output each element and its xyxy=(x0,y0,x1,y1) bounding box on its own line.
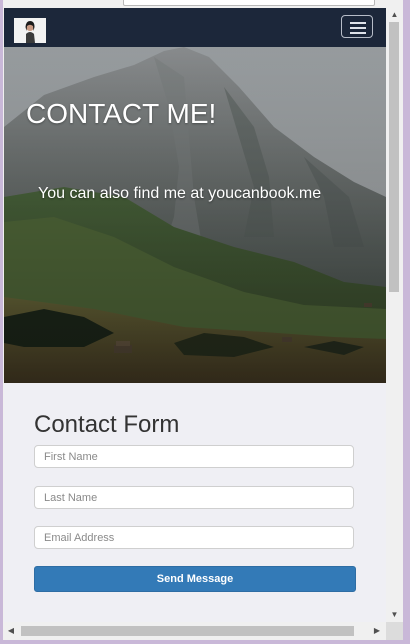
triangle-right-icon[interactable]: ▶ xyxy=(369,622,385,640)
email-field[interactable] xyxy=(34,526,354,549)
nav-toggle-button[interactable] xyxy=(341,15,373,38)
first-name-field[interactable] xyxy=(34,445,354,468)
address-bar[interactable] xyxy=(123,0,375,6)
horizontal-scrollbar[interactable]: ◀ ▶ xyxy=(3,622,386,640)
page-viewport: CONTACT ME! You can also find me at youc… xyxy=(4,8,386,622)
hero-title: CONTACT ME! xyxy=(26,98,217,129)
browser-toolbar xyxy=(3,0,403,8)
triangle-down-icon[interactable]: ▼ xyxy=(386,608,403,622)
hero-subtitle: You can also find me at youcanbook.me xyxy=(38,185,322,202)
browser-window: CONTACT ME! You can also find me at youc… xyxy=(3,0,403,640)
vertical-scroll-thumb[interactable] xyxy=(389,22,399,292)
vertical-scrollbar[interactable]: ▲ ▼ xyxy=(386,8,403,622)
triangle-left-icon[interactable]: ◀ xyxy=(3,622,19,640)
profile-photo xyxy=(14,18,46,43)
horizontal-scroll-thumb[interactable] xyxy=(21,626,354,636)
profile-avatar[interactable] xyxy=(14,18,46,43)
contact-form-title: Contact Form xyxy=(34,411,180,438)
send-message-button[interactable]: Send Message xyxy=(34,566,356,592)
scrollbar-corner xyxy=(386,622,403,640)
navbar xyxy=(4,8,386,47)
triangle-up-icon[interactable]: ▲ xyxy=(386,8,403,22)
hero-banner: CONTACT ME! You can also find me at youc… xyxy=(4,47,386,383)
last-name-field[interactable] xyxy=(34,486,354,509)
